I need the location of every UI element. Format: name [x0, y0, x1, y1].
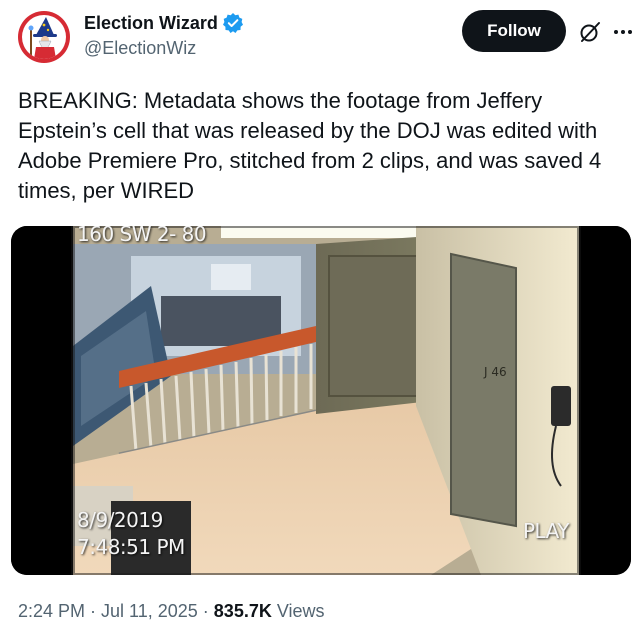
display-name-row: Election Wizard [84, 12, 244, 34]
camera-time: 7:48:51 PM [77, 535, 185, 559]
door-number: J 46 [483, 365, 507, 379]
tweet: Election Wizard @ElectionWiz Follow BREA… [0, 0, 640, 625]
post-time[interactable]: 2:24 PM [18, 601, 85, 621]
tweet-text: BREAKING: Metadata shows the footage fro… [18, 88, 602, 203]
verified-badge-icon [222, 12, 244, 34]
handle[interactable]: @ElectionWiz [84, 37, 244, 59]
follow-button[interactable]: Follow [462, 10, 566, 52]
display-name[interactable]: Election Wizard [84, 12, 218, 34]
post-date[interactable]: Jul 11, 2025 [101, 601, 198, 621]
more-icon[interactable] [612, 22, 634, 42]
avatar[interactable] [18, 11, 70, 63]
play-indicator: PLAY [523, 519, 570, 543]
camera-date: 8/9/2019 [77, 508, 163, 532]
video-media[interactable]: J 46 160 SW 2- 80 8/9/2019 7:48:51 PM PL… [11, 226, 631, 575]
grok-icon[interactable] [578, 20, 602, 44]
views-label: Views [271, 601, 325, 621]
author-block: Election Wizard @ElectionWiz [84, 12, 244, 59]
camera-label: 160 SW 2- 80 [77, 226, 207, 246]
meta-separator: · [197, 601, 214, 621]
wizard-logo [22, 15, 66, 59]
meta-separator: · [85, 601, 102, 621]
views-count: 835.7K [213, 601, 272, 621]
tweet-meta: 2:24 PM · Jul 11, 2025 · 835.7K Views [18, 600, 325, 622]
